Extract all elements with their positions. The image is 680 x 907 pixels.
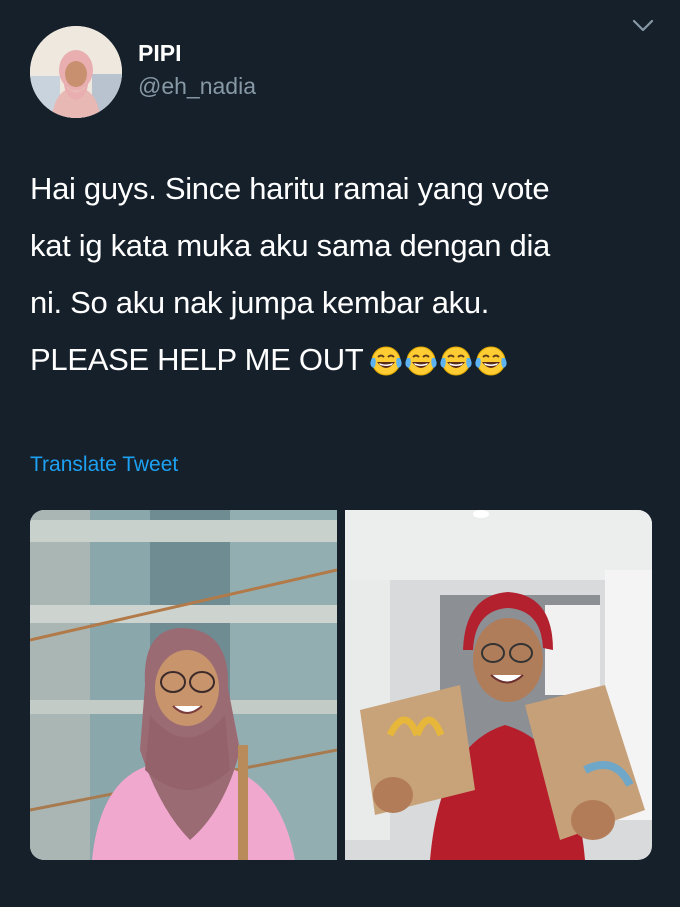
translate-tweet-link[interactable]: Translate Tweet (30, 453, 178, 477)
face-with-tears-of-joy-icon (475, 346, 508, 376)
tweet-text-line: PLEASE HELP ME OUT (30, 331, 650, 396)
tweet-text-line: Hai guys. Since haritu ramai yang vote (30, 171, 550, 206)
user-handle[interactable]: @eh_nadia (138, 73, 256, 100)
display-name[interactable]: PIPI (138, 40, 181, 67)
chevron-down-icon[interactable] (630, 12, 656, 38)
face-with-tears-of-joy-icon (370, 346, 403, 376)
tweet-text-line-text: PLEASE HELP ME OUT (30, 342, 364, 377)
tweet-header: PIPI @eh_nadia (30, 19, 660, 122)
tweet-text-line: ni. So aku nak jumpa kembar aku. (30, 285, 490, 320)
face-with-tears-of-joy-icon (440, 346, 473, 376)
face-with-tears-of-joy-icon (405, 346, 438, 376)
tweet-media[interactable] (30, 510, 652, 860)
photo-delivery-rider[interactable] (345, 510, 652, 860)
tweet-text: Hai guys. Since haritu ramai yang vote k… (30, 160, 650, 396)
photo-woman-hijab[interactable] (30, 510, 338, 860)
emoji-group (369, 339, 509, 396)
tweet-text-line: kat ig kata muka aku sama dengan dia (30, 228, 550, 263)
avatar[interactable] (30, 26, 122, 118)
